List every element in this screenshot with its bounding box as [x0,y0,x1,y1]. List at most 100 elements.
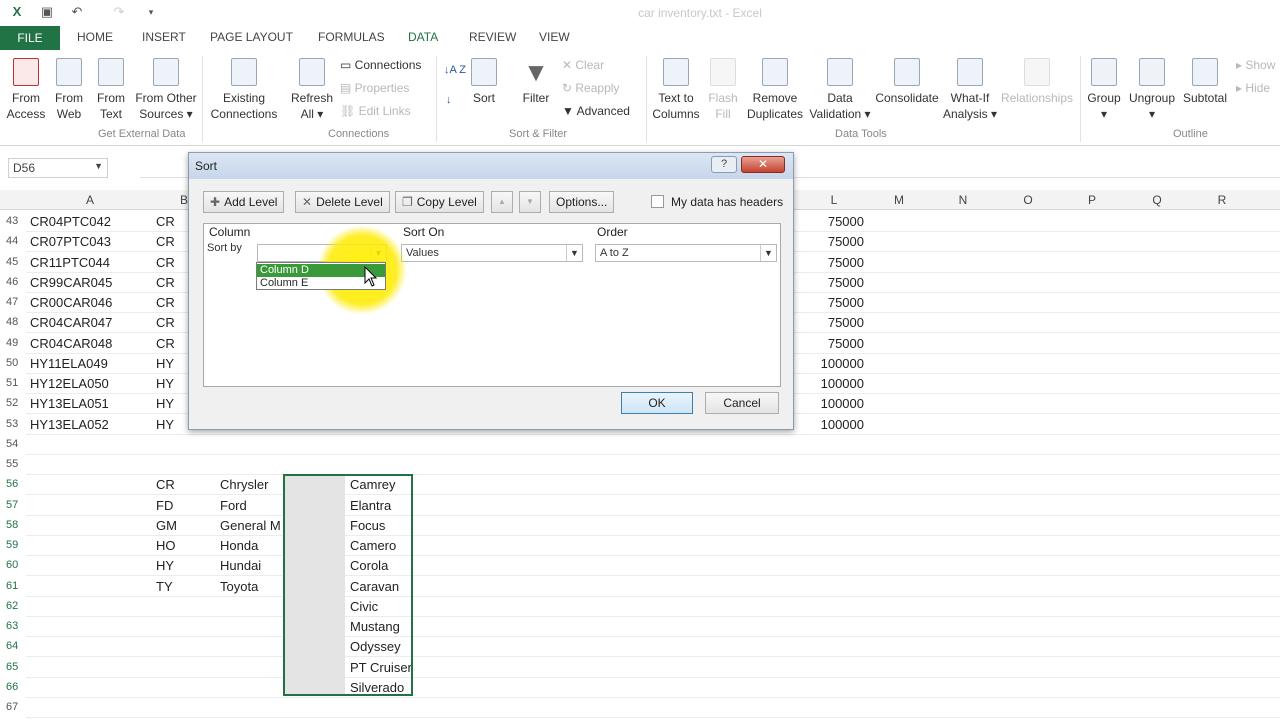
row-number[interactable]: 55 [6,458,32,470]
row-number[interactable]: 57 [6,499,32,511]
connections-button[interactable]: ▭ Connections [340,58,421,72]
column-header[interactable]: N [953,193,973,207]
cell[interactable]: CR [156,336,175,351]
tab-formulas[interactable]: FORMULAS [318,30,385,44]
clear-button[interactable]: ✕ Clear [562,58,604,72]
options-button[interactable]: Options... [549,191,615,213]
row-number[interactable]: 58 [6,519,32,531]
row-number[interactable]: 53 [6,418,32,430]
tab-view[interactable]: VIEW [539,30,570,44]
row-number[interactable]: 64 [6,640,32,652]
cell[interactable]: HY [156,376,174,391]
move-up-button[interactable]: ▲ [491,191,513,213]
cell[interactable]: CR [156,315,175,330]
sort-button[interactable]: Sort [466,58,502,106]
cell[interactable]: CR11PTC044 [30,255,110,270]
what-if-analysis-button[interactable]: What-If Analysis ▾ [942,58,998,122]
selected-range[interactable] [283,474,413,696]
row-number[interactable]: 51 [6,377,32,389]
remove-duplicates-button[interactable]: Remove Duplicates [746,58,804,122]
cell[interactable]: CR [156,214,175,229]
row-number[interactable]: 52 [6,397,32,409]
row-number[interactable]: 67 [6,701,32,713]
cell[interactable]: Honda [220,538,258,553]
column-header[interactable]: R [1212,193,1232,207]
cell[interactable]: Ford [220,498,247,513]
column-header[interactable]: A [80,193,100,207]
name-box[interactable]: D56 ▼ [8,158,108,178]
column-header[interactable]: O [1018,193,1038,207]
from-web-button[interactable]: From Web [50,58,88,122]
column-header[interactable]: P [1082,193,1102,207]
edit-links-button[interactable]: ⛓ Edit Links [340,104,411,118]
subtotal-button[interactable]: Subtotal [1180,58,1230,106]
cell[interactable]: FD [156,498,173,513]
cell[interactable]: HY [156,558,174,573]
cell[interactable]: CR [156,295,175,310]
cell[interactable]: CR [156,234,175,249]
cell[interactable]: CR04CAR048 [30,336,112,351]
tab-data[interactable]: DATA [408,30,438,44]
row-number[interactable]: 60 [6,559,32,571]
relationships-button[interactable]: Relationships [1000,58,1074,106]
column-header[interactable]: M [889,193,909,207]
cell[interactable]: 100000 [820,356,864,371]
cell[interactable]: CR99CAR045 [30,275,112,290]
row-number[interactable]: 50 [6,357,32,369]
cell[interactable]: HY [156,396,174,411]
tab-home[interactable]: HOME [77,30,113,44]
copy-level-button[interactable]: ❐ Copy Level [395,191,484,213]
tab-review[interactable]: REVIEW [469,30,516,44]
cell[interactable]: 75000 [820,214,864,229]
sort-za-icon[interactable]: ↓ [446,94,452,106]
cell[interactable]: Chrysler [220,477,268,492]
cell[interactable]: 75000 [820,234,864,249]
properties-button[interactable]: ▤ Properties [340,81,409,95]
move-down-button[interactable]: ▼ [519,191,541,213]
refresh-all-button[interactable]: Refresh All ▾ [290,58,334,122]
cell[interactable]: 100000 [820,376,864,391]
row-number[interactable]: 56 [6,478,32,490]
row-number[interactable]: 45 [6,256,32,268]
order-select[interactable]: A to Z ▼ [595,244,777,262]
from-text-button[interactable]: From Text [92,58,130,122]
row-number[interactable]: 54 [6,438,32,450]
cell[interactable]: CR [156,477,175,492]
add-level-button[interactable]: ✚ Add Level [203,191,285,213]
cell[interactable]: 100000 [820,396,864,411]
row-number[interactable]: 65 [6,661,32,673]
row-number[interactable]: 43 [6,215,32,227]
ungroup-button[interactable]: Ungroup ▾ [1126,58,1178,122]
headers-checkbox[interactable] [651,195,664,208]
cell[interactable]: CR07PTC043 [30,234,111,249]
cell[interactable]: CR00CAR046 [30,295,112,310]
group-button[interactable]: Group ▾ [1084,58,1124,122]
hide-detail-button[interactable]: ▸ Hide [1236,81,1270,95]
cell[interactable]: 75000 [820,255,864,270]
row-number[interactable]: 46 [6,276,32,288]
advanced-button[interactable]: ▼ Advanced [562,104,630,118]
row-number[interactable]: 48 [6,316,32,328]
cell[interactable]: Toyota [220,579,258,594]
cell[interactable]: 75000 [820,336,864,351]
cell[interactable]: HY11ELA049 [30,356,108,371]
cell[interactable]: CR [156,255,175,270]
cell[interactable]: TY [156,579,173,594]
show-detail-button[interactable]: ▸ Show [1236,58,1275,72]
data-validation-button[interactable]: Data Validation ▾ [806,58,874,122]
cell[interactable]: HY12ELA050 [30,376,109,391]
close-button[interactable]: ✕ [741,156,785,173]
from-access-button[interactable]: From Access [6,58,46,122]
cell[interactable]: Hundai [220,558,261,573]
delete-level-button[interactable]: ✕ Delete Level [295,191,390,213]
column-header[interactable]: Q [1147,193,1167,207]
column-header[interactable]: L [824,193,844,207]
row-number[interactable]: 59 [6,539,32,551]
cell[interactable]: General M [220,518,282,533]
sort-az-button[interactable]: ↓A Z [444,64,466,76]
dialog-title-bar[interactable]: Sort ? ✕ [189,153,793,179]
existing-connections-button[interactable]: Existing Connections [208,58,280,122]
tab-page-layout[interactable]: PAGE LAYOUT [210,30,293,44]
row-number[interactable]: 44 [6,235,32,247]
sort-on-select[interactable]: Values ▼ [401,244,583,262]
